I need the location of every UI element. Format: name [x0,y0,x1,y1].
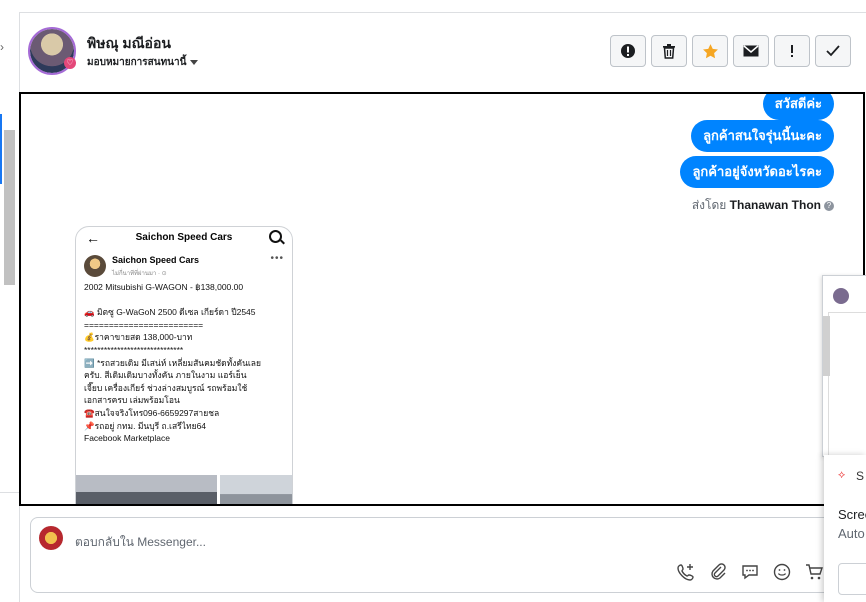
post-author-name: Saichon Speed Cars [112,255,200,265]
preview-avatar [833,288,849,304]
message-bubble[interactable]: สวัสดีค่ะ [762,94,834,120]
post-page-bar: ← Saichon Speed Cars [76,227,292,249]
star-button[interactable] [692,35,728,67]
shop-button[interactable] [803,561,825,583]
delete-button[interactable] [651,35,687,67]
alert-circle-icon [621,44,635,58]
side-panel-button[interactable] [838,563,866,595]
selected-indicator [0,114,2,184]
contact-name[interactable]: พิษณุ มณีอ่อน [87,33,171,55]
mark-done-button[interactable] [815,35,851,67]
preview-content [828,312,866,456]
scrollbar-thumb[interactable] [4,130,15,285]
post-line [84,294,284,307]
check-icon [826,45,840,57]
conversation-header: ♡ พิษณุ มณีอ่อน มอบหมายการสนทนานี้ [20,13,866,92]
message-bubble[interactable]: ลูกค้าอยู่จังหวัดอะไรคะ [680,156,834,188]
more-options-icon: ••• [270,253,284,264]
saved-reply-icon [742,565,758,580]
info-icon[interactable]: ? [824,200,834,211]
envelope-icon [743,45,759,57]
side-panel-initial: S [856,469,865,483]
post-line: 2002 Mitsubishi G-WAGON - ฿138,000.00 [84,282,244,292]
assign-label: มอบหมายการสนทนานี้ [87,57,187,68]
emoji-button[interactable] [771,561,793,583]
cart-icon [806,564,823,580]
emoji-icon [773,563,791,581]
follow-up-button[interactable] [774,35,810,67]
reply-composer[interactable]: ตอบกลับใน Messenger... [30,517,854,593]
back-arrow-icon: ← [86,230,100,246]
reply-input[interactable]: ตอบกลับใน Messenger... [75,533,206,552]
side-panel-subtitle: Auto [838,526,865,541]
post-line: 📌รถอยู่ กทม. มีนบุรี ถ.เสรีไทย64 [84,420,207,431]
exclamation-icon [791,45,793,57]
contact-avatar[interactable]: ♡ [28,27,76,75]
star-icon [702,43,718,58]
collapse-arrow-icon[interactable]: › [0,40,4,54]
page-avatar [39,526,63,550]
floating-preview-window[interactable] [822,275,866,457]
side-panel: ⟡ S Scree Auto [824,455,866,602]
caret-down-icon [190,59,199,65]
post-body: 2002 Mitsubishi G-WAGON - ฿138,000.00 🚗 … [76,281,292,445]
sent-by-prefix: ส่งโดย [691,198,727,212]
shared-post-screenshot[interactable]: ← Saichon Speed Cars Saichon Speed Cars … [75,226,293,504]
composer-toolbar [675,561,825,583]
post-line: ☎️สนใจจริงโทร096-6659297สายชล [84,407,220,418]
post-line: Facebook Marketplace [84,433,170,444]
app-icon: ⟡ [838,469,846,481]
post-line: ======================== [84,319,204,330]
post-line: ****************************** [84,344,184,355]
spam-button[interactable] [610,35,646,67]
saved-replies-button[interactable] [739,561,761,583]
message-thread[interactable]: สวัสดีค่ะ ลูกค้าสนใจรุ่นนี้นะคะ ลูกค้าอย… [19,92,865,506]
phone-icon [677,564,694,581]
message-bubble[interactable]: ลูกค้าสนใจรุ่นนี้นะคะ [691,120,834,152]
attach-button[interactable] [707,561,729,583]
post-photos [76,475,292,504]
sent-by-label: ส่งโดย Thanawan Thon? [692,196,834,215]
preview-scrollbar[interactable] [823,316,830,376]
post-page-title: Saichon Speed Cars [135,232,233,243]
call-button[interactable] [675,561,697,583]
sent-by-agent: Thanawan Thon [729,198,821,212]
conversation-list-edge: › [0,12,20,602]
post-line: ครับ. สีเดิมเดิมบางทั้งคัน ภายในงาม แอร์… [84,370,247,381]
conversation-actions [610,35,851,67]
post-line: เจี๊ยบ เครื่องเกียร์ ช่วงล่างสมบูรณ์ รถพ… [84,382,248,393]
assign-conversation-dropdown[interactable]: มอบหมายการสนทนานี้ [87,55,199,70]
car-photo [220,475,292,504]
attachment-icon [711,563,726,580]
post-author-row: Saichon Speed Cars ไม่กี่นาทีที่ผ่านมา ·… [76,249,292,281]
messenger-badge-icon: ♡ [64,57,76,69]
search-icon [269,230,282,243]
car-photo [76,475,217,504]
post-line: 💰ราคาขายสด 138,000-บาท [84,332,193,343]
post-line: ➡️ *รถสวยเดิม มีเสน่ห์ เหลี่ยมสันคมชัดทั… [84,357,261,368]
trash-icon [663,44,675,59]
mark-unread-button[interactable] [733,35,769,67]
post-line: 🚗 มิตซู G-WaGoN 2500 ดีเซล เกียร์ดา ปี25… [84,307,256,318]
post-author-avatar [84,255,106,277]
side-panel-title: Scree [838,507,866,522]
post-line: เอกสารครบ เล่มพร้อมโอน [84,395,180,406]
divider [0,492,19,493]
top-bar [0,0,866,13]
post-timestamp: ไม่กี่นาทีที่ผ่านมา · ⊙ [112,271,167,277]
